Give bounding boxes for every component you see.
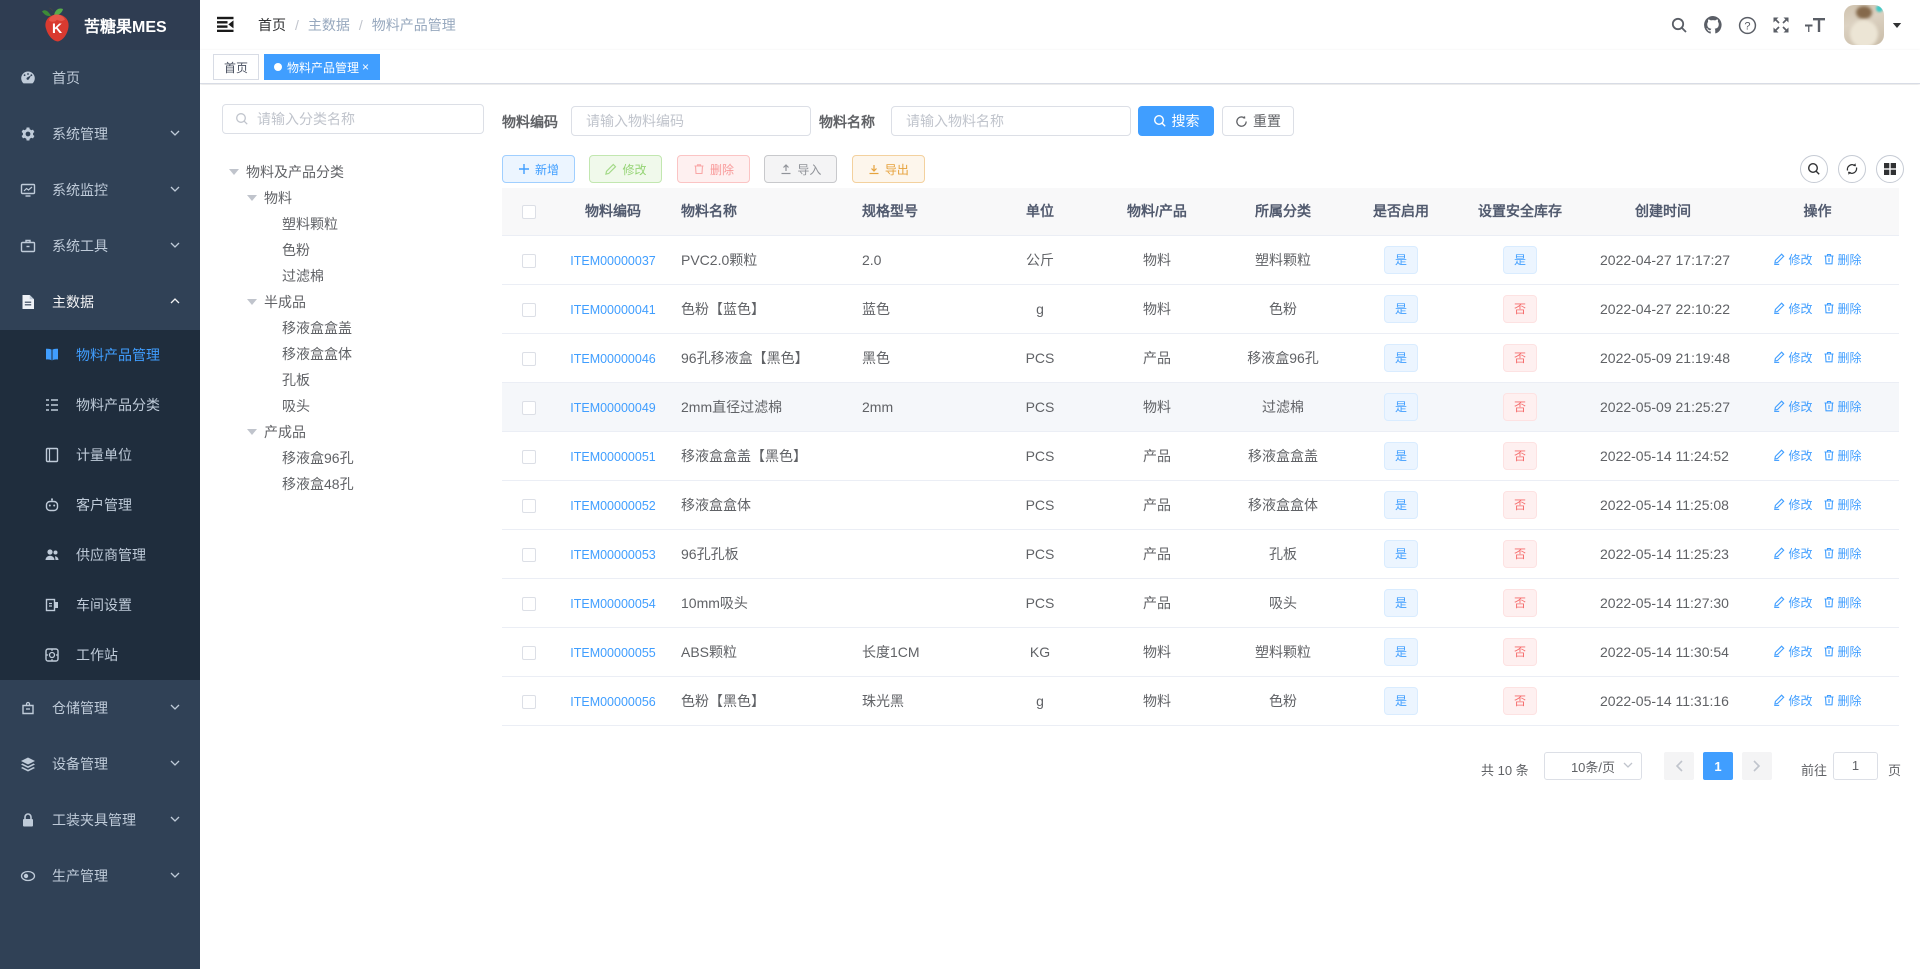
- svg-text:K: K: [52, 20, 62, 36]
- svg-text:?: ?: [1744, 20, 1750, 32]
